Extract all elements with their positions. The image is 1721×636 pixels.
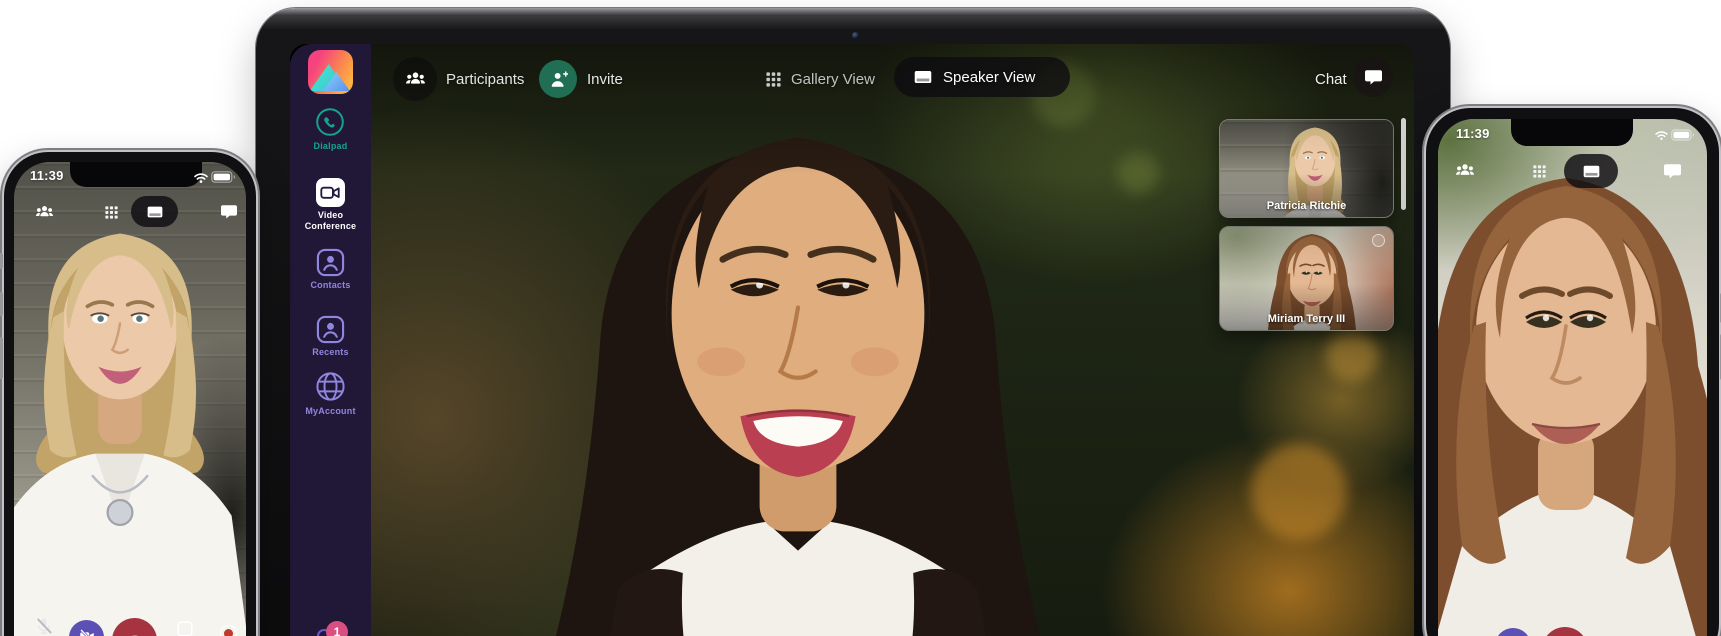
participants-button[interactable] [393,57,437,101]
phone-icon [315,107,345,137]
tablet-screen: Participants Invite Gallery View Speaker… [290,44,1414,636]
invite-button[interactable] [539,60,577,98]
participant-tile-miriam[interactable]: Miriam Terry III [1219,226,1394,331]
hangup-phone-icon [123,625,147,636]
speaker-view-button[interactable]: Speaker View [894,57,1070,97]
speaker-screen-icon [147,206,163,218]
phone-notch [1511,119,1633,146]
main-speaker-video: Participants Invite Gallery View Speaker… [371,44,1414,636]
speaker-view-label: Speaker View [943,69,1035,86]
app-sidebar: Dialpad Video Conference Contacts Recent… [290,44,371,636]
sidebar-item-label: MyAccount [290,406,371,417]
recents-card-icon [316,315,345,344]
chat-button[interactable] [1353,57,1393,97]
speaker-view-button[interactable] [1564,154,1618,188]
participants-scrollbar[interactable] [1401,118,1406,210]
bokeh-light [1251,444,1347,540]
gallery-grid-icon[interactable] [766,72,781,87]
webcam-dot [852,32,859,39]
tile-status-icon [1372,234,1385,247]
speaker-view-button[interactable] [131,196,178,227]
phone-side-button [0,253,3,269]
status-time: 11:39 [1456,126,1490,141]
app-logo[interactable] [308,50,353,94]
call-person-miriam [1438,119,1707,636]
gallery-view-label[interactable]: Gallery View [791,71,875,88]
sidebar-item-label: Contacts [290,280,371,291]
battery-icon [1671,129,1695,141]
participant-name: Miriam Terry III [1220,313,1393,325]
badge-count: 1 [334,625,341,636]
phone-notch [70,162,202,187]
left-phone-device: 11:39 [4,152,256,636]
participants-icon[interactable] [1455,163,1475,179]
call-person-patricia [14,162,246,636]
right-phone-device: 11:39 [1426,108,1719,636]
wifi-icon [1654,130,1669,141]
gallery-grid-icon[interactable] [1533,165,1546,178]
record-button[interactable] [220,625,237,636]
phone-volume-button [0,337,3,379]
speaker-screen-icon [1583,165,1600,178]
wifi-icon [193,172,209,184]
sidebar-item-label: Video Conference [290,210,371,232]
participants-label[interactable]: Participants [446,71,524,88]
video-camera-icon [316,178,345,207]
contact-card-icon [316,248,345,277]
chat-bubble-icon[interactable] [220,204,238,220]
participants-icon[interactable] [35,205,54,220]
gallery-grid-icon[interactable] [105,206,118,219]
sidebar-item-label: Dialpad [290,141,371,152]
record-icon [224,629,233,636]
left-phone-screen: 11:39 [14,162,246,636]
tablet-device: Participants Invite Gallery View Speaker… [256,8,1450,636]
participant-tile-patricia[interactable]: Patricia Ritchie [1219,119,1394,218]
sidebar-item-label: Recents [290,347,371,358]
notification-badge: 1 [326,621,348,636]
participant-name: Patricia Ritchie [1220,200,1393,212]
status-time: 11:39 [30,168,64,183]
speaker-screen-icon [914,70,932,84]
chat-bubble-icon [1364,69,1383,86]
mic-off-icon[interactable] [34,616,54,636]
bokeh-light [1326,330,1378,382]
marketing-hero: Participants Invite Gallery View Speaker… [0,0,1721,636]
battery-icon [211,171,236,183]
phone-volume-button [0,292,3,316]
right-phone-screen: 11:39 [1438,119,1707,636]
chat-bubble-icon[interactable] [1663,163,1682,180]
invite-label[interactable]: Invite [587,71,623,88]
globe-icon [314,370,347,403]
share-screen-icon[interactable] [176,620,194,636]
video-off-icon [78,627,96,636]
invite-person-plus-icon [549,70,568,88]
participants-icon [405,71,426,88]
chat-label[interactable]: Chat [1315,71,1347,88]
